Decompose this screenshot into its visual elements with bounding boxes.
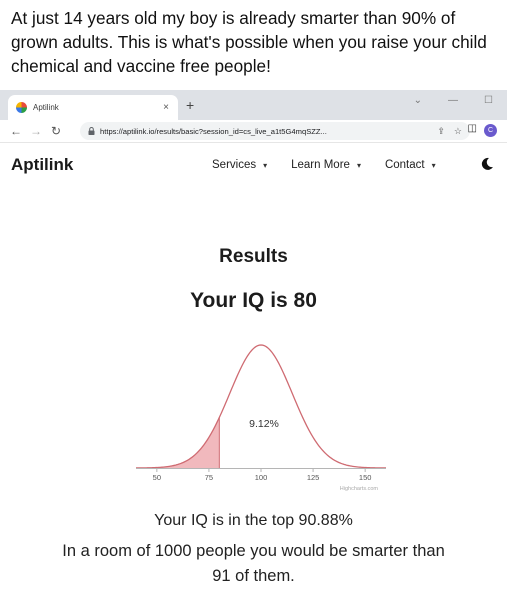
chart-credit: Highcharts.com	[340, 486, 379, 492]
iq-distribution-chart: 50 75 100 125 150 9.12% Highcharts.com	[135, 344, 387, 492]
shaded-percent-label: 9.12%	[249, 418, 279, 430]
percentile-text: Your IQ is in the top 90.88%	[154, 512, 353, 529]
room-comparison-count: 91 of them.	[212, 567, 295, 585]
x-tick-label: 50	[153, 473, 161, 482]
x-tick-label: 150	[359, 473, 372, 482]
x-tick-label: 75	[205, 473, 213, 482]
x-tick-label: 100	[255, 473, 268, 482]
room-comparison-text: In a room of 1000 people you would be sm…	[62, 542, 445, 560]
x-tick-label: 125	[307, 473, 320, 482]
shaded-area	[136, 417, 220, 468]
distribution-curve	[135, 344, 387, 469]
